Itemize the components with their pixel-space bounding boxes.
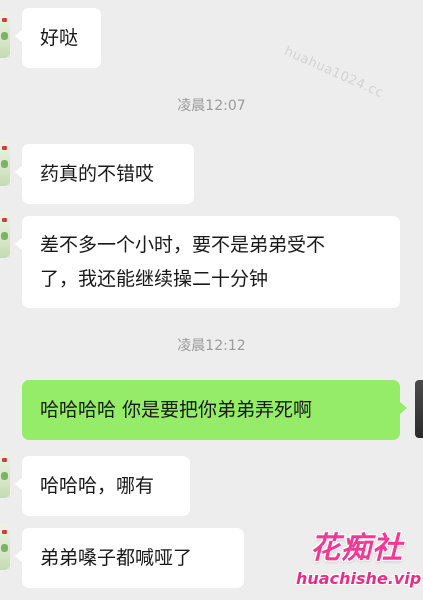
my-avatar[interactable] (415, 380, 423, 438)
message-bubble-incoming[interactable]: 好哒 (15, 8, 101, 68)
message-bubble-incoming[interactable]: 弟弟嗓子都喊哑了 (15, 528, 244, 588)
watermark-text: huahua1024.cc (281, 44, 386, 102)
timestamp: 凌晨12:07 (177, 98, 246, 114)
message-text-line-2: 了，我还能继续操二十分钟 (40, 268, 269, 290)
contact-avatar[interactable] (0, 212, 10, 258)
message-bubble-outgoing[interactable]: 哈哈哈哈 你是要把你弟弟弄死啊 (22, 380, 407, 440)
logo-name: 花痴社 (310, 531, 403, 566)
contact-avatar[interactable] (0, 452, 10, 498)
contact-avatar[interactable] (0, 524, 10, 570)
message-bubble-incoming[interactable]: 哈哈哈，哪有 (15, 456, 190, 516)
message-bubble-incoming[interactable]: 差不多一个小时，要不是弟弟受不 了，我还能继续操二十分钟 (15, 216, 400, 308)
message-text: 哈哈哈哈 你是要把你弟弟弄死啊 (40, 399, 313, 421)
message-text: 弟弟嗓子都喊哑了 (40, 547, 193, 569)
message-text: 好哒 (40, 27, 79, 49)
message-bubble-incoming[interactable]: 药真的不错哎 (15, 144, 194, 204)
contact-avatar[interactable] (0, 12, 10, 58)
logo-url: huachishe.vip (296, 569, 422, 588)
timestamp: 凌晨12:12 (177, 338, 246, 354)
contact-avatar[interactable] (0, 140, 10, 186)
message-text: 药真的不错哎 (40, 163, 155, 185)
message-text: 哈哈哈，哪有 (40, 475, 155, 497)
site-logo: 花痴社 huachishe.vip (296, 530, 423, 600)
message-text-line-1: 差不多一个小时，要不是弟弟受不 (40, 234, 326, 256)
